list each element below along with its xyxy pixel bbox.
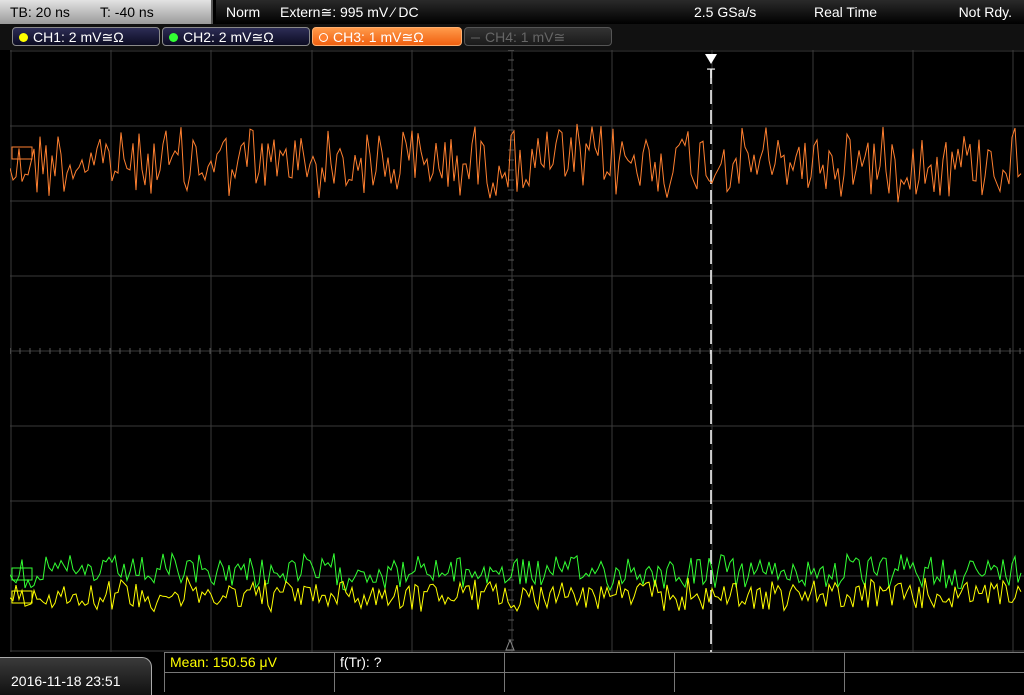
trigger-marker-icon[interactable]	[705, 54, 717, 64]
channel-1-label: CH1: 2 mV≅Ω	[33, 29, 124, 45]
channel-tabs: CH1: 2 mV≅Ω CH2: 2 mV≅Ω CH3: 1 mV≅Ω CH4:…	[0, 24, 1024, 50]
trigger-source: Extern≅: 995 mV ⁄ DC	[280, 4, 419, 20]
channel-3-waveform	[10, 123, 1022, 203]
measurement-slot-8[interactable]	[504, 672, 674, 692]
sample-rate: 2.5 GSa/s	[694, 4, 757, 20]
acquisition-mode: Real Time	[814, 4, 878, 20]
measurement-slot-5[interactable]	[844, 652, 1024, 672]
datetime-panel: 2016-11-18 23:51	[0, 657, 152, 695]
measurement-mean[interactable]: Mean: 150.56 μV	[164, 652, 334, 672]
horizontal-position-icon	[505, 638, 515, 651]
channel-4-tab[interactable]: CH4: 1 mV≅	[464, 27, 612, 46]
channel-2-tab[interactable]: CH2: 2 mV≅Ω	[162, 27, 310, 46]
timebase-box[interactable]: TB: 20 ns T: -40 ns	[0, 0, 213, 24]
trigger-marker-label: T	[707, 65, 716, 81]
channel-1-tab[interactable]: CH1: 2 mV≅Ω	[12, 27, 160, 46]
channel-3-indicator-icon	[319, 33, 328, 42]
waveform-display[interactable]: T	[10, 50, 1024, 652]
measurement-slot-6[interactable]	[164, 672, 334, 692]
datetime: 2016-11-18 23:51	[11, 673, 121, 689]
channel-4-indicator-icon	[471, 37, 480, 39]
channel-2-waveform	[10, 551, 1022, 592]
measurement-ftr[interactable]: f(Tr): ?	[334, 652, 504, 672]
channel-1-waveform	[10, 575, 1022, 614]
footer-bar: 2016-11-18 23:51 Mean: 150.56 μV f(Tr): …	[0, 652, 1024, 695]
channel-1-indicator-icon	[19, 33, 28, 42]
acquisition-status[interactable]: Norm Extern≅: 995 mV ⁄ DC 2.5 GSa/s Real…	[216, 0, 1024, 24]
channel-3-label: CH3: 1 mV≅Ω	[333, 29, 424, 45]
timebase-label: TB: 20 ns	[10, 4, 70, 20]
channel-2-offset-icon[interactable]	[11, 567, 33, 581]
status-bar: TB: 20 ns T: -40 ns Norm Extern≅: 995 mV…	[0, 0, 1024, 24]
channel-4-label: CH4: 1 mV≅	[485, 29, 566, 45]
measurement-slot-7[interactable]	[334, 672, 504, 692]
channel-2-label: CH2: 2 mV≅Ω	[183, 29, 274, 45]
measurement-slot-4[interactable]	[674, 652, 844, 672]
measurement-slot-9[interactable]	[674, 672, 844, 692]
channel-2-indicator-icon	[169, 33, 178, 42]
measurement-slot-3[interactable]	[504, 652, 674, 672]
measurement-table[interactable]: Mean: 150.56 μV f(Tr): ?	[164, 652, 1024, 695]
trigger-mode: Norm	[226, 4, 261, 20]
ready-status: Not Rdy.	[958, 4, 1012, 20]
channel-3-offset-icon[interactable]	[11, 146, 33, 160]
trigger-time-label: T: -40 ns	[100, 4, 154, 20]
measurement-slot-10[interactable]	[844, 672, 1024, 692]
channel-3-tab[interactable]: CH3: 1 mV≅Ω	[312, 27, 462, 46]
